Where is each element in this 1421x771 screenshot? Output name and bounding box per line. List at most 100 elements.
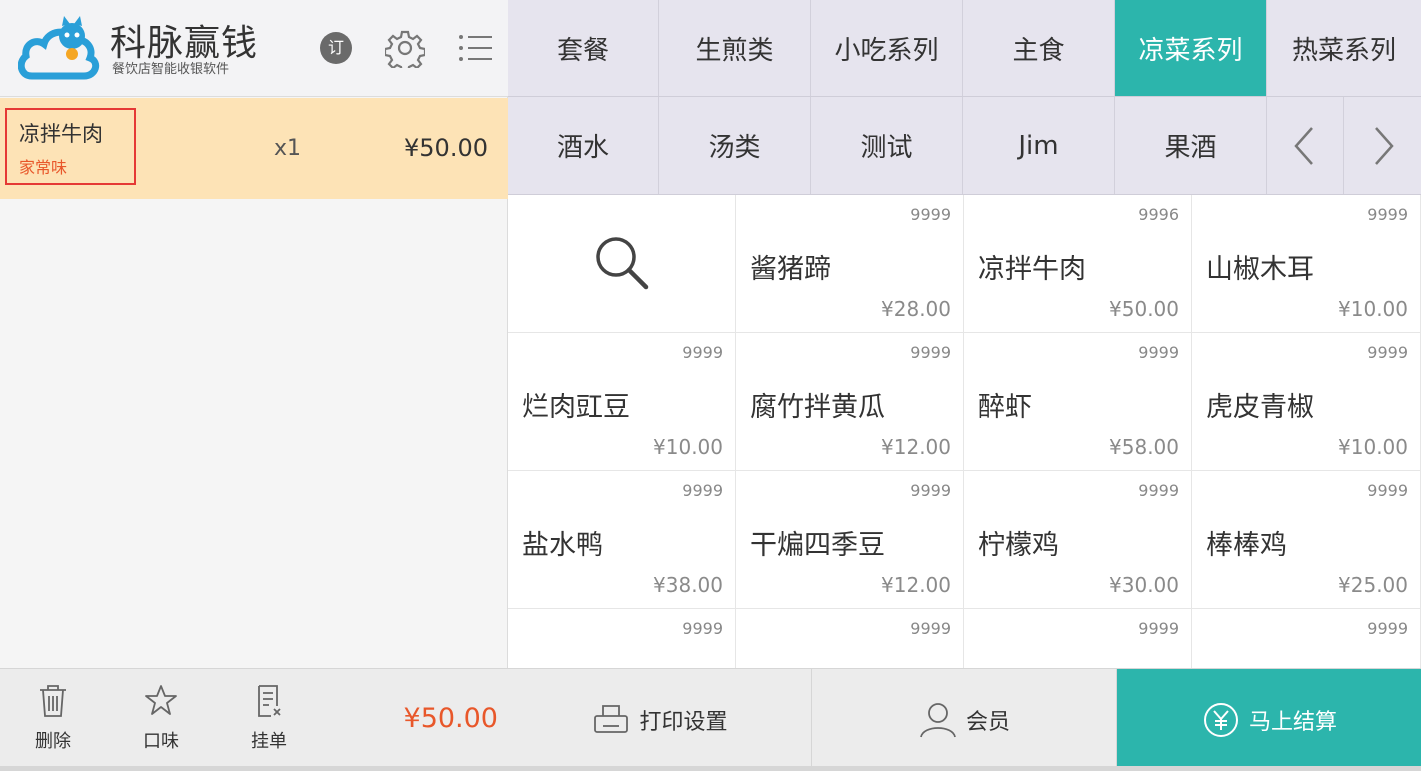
product-tile[interactable]: 9999 醉虾 ¥58.00: [964, 333, 1192, 471]
product-name: 凉拌牛肉: [978, 254, 1086, 285]
cart-item-qty: x1: [274, 136, 302, 161]
yen-coin-icon: [1203, 703, 1238, 737]
product-stock: 9996: [1138, 205, 1179, 224]
product-price: ¥30.00: [1109, 573, 1179, 597]
product-stock: 9999: [910, 205, 951, 224]
product-stock: 9999: [1138, 481, 1179, 500]
category-tab[interactable]: 生煎类: [659, 0, 811, 96]
product-tile[interactable]: 9999 酱猪蹄 ¥28.00: [736, 195, 964, 333]
product-tile[interactable]: 9999 盐水鸭 ¥38.00: [508, 471, 736, 609]
search-icon: [596, 237, 649, 290]
delete-button[interactable]: 删除: [18, 683, 88, 763]
category-tab[interactable]: 测试: [811, 97, 963, 194]
product-stock: 9999: [910, 619, 951, 638]
product-stock: 9999: [1138, 343, 1179, 362]
product-name: 柠檬鸡: [978, 530, 1059, 561]
product-name: 盐水鸭: [522, 530, 603, 561]
product-name: 烂肉豇豆: [522, 392, 630, 423]
product-price: ¥28.00: [881, 297, 951, 321]
hold-receipt-icon: [258, 685, 281, 717]
category-tab[interactable]: 酒水: [508, 97, 659, 194]
product-tile[interactable]: 9999: [736, 609, 964, 668]
product-stock: 9999: [682, 343, 723, 362]
category-prev-button[interactable]: [1267, 97, 1344, 194]
flavor-button[interactable]: 口味: [126, 683, 196, 763]
product-stock: 9999: [1367, 205, 1408, 224]
product-tile[interactable]: 9999 烂肉豇豆 ¥10.00: [508, 333, 736, 471]
product-tile[interactable]: 9999: [508, 609, 736, 668]
product-tile[interactable]: 9999 柠檬鸡 ¥30.00: [964, 471, 1192, 609]
app-subtitle: 餐饮店智能收银软件: [112, 62, 230, 77]
search-product-button[interactable]: [508, 195, 736, 333]
product-price: ¥58.00: [1109, 435, 1179, 459]
product-stock: 9999: [910, 343, 951, 362]
cat-cloud-logo-icon: [18, 16, 100, 80]
order-badge-button[interactable]: 订: [320, 32, 352, 64]
product-stock: 9999: [1367, 481, 1408, 500]
category-tab-active[interactable]: 凉菜系列: [1115, 0, 1267, 96]
print-settings-label: 打印设置: [639, 710, 728, 735]
category-tab[interactable]: 热菜系列: [1267, 0, 1421, 96]
chevron-left-icon: [1294, 126, 1313, 165]
product-grid: 9999 酱猪蹄 ¥28.00 9996 凉拌牛肉 ¥50.00 9999 山椒木耳 ¥10.0…: [508, 195, 1421, 668]
printer-icon: [594, 705, 629, 733]
hold-order-label: 挂单: [251, 731, 287, 752]
product-price: ¥12.00: [881, 435, 951, 459]
category-tab[interactable]: 果酒: [1115, 97, 1267, 194]
order-panel: 科脉赢钱 餐饮店智能收银软件 订 凉拌牛肉 家常味 x1 ¥50.00 删除 口…: [0, 0, 508, 771]
category-tab[interactable]: 主食: [963, 0, 1115, 96]
cart-item-name-box: 凉拌牛肉 家常味: [5, 108, 136, 185]
product-name: 腐竹拌黄瓜: [750, 392, 885, 423]
cart-item-price: ¥50.00: [404, 134, 488, 162]
product-price: ¥10.00: [1338, 297, 1408, 321]
product-tile[interactable]: 9999: [964, 609, 1192, 668]
category-tab[interactable]: 汤类: [659, 97, 811, 194]
order-total: ¥50.00: [403, 703, 498, 734]
category-tab[interactable]: 套餐: [508, 0, 659, 96]
product-name: 醉虾: [978, 392, 1032, 423]
product-price: ¥12.00: [881, 573, 951, 597]
product-name: 酱猪蹄: [750, 254, 831, 285]
list-menu-icon[interactable]: [455, 32, 495, 64]
product-tile[interactable]: 9999 山椒木耳 ¥10.00: [1192, 195, 1421, 333]
category-tab[interactable]: 小吃系列: [811, 0, 963, 96]
menu-panel: 套餐 生煎类 小吃系列 主食 凉菜系列 热菜系列 酒水 汤类 测试 Jim 果酒…: [508, 0, 1421, 771]
product-tile[interactable]: 9999 腐竹拌黄瓜 ¥12.00: [736, 333, 964, 471]
app-header: 科脉赢钱 餐饮店智能收银软件 订: [0, 0, 508, 97]
product-name: 棒棒鸡: [1206, 530, 1287, 561]
product-tile[interactable]: 9999: [1192, 609, 1421, 668]
product-tile[interactable]: 9999 干煸四季豆 ¥12.00: [736, 471, 964, 609]
product-tile[interactable]: 9999 棒棒鸡 ¥25.00: [1192, 471, 1421, 609]
category-tab[interactable]: Jim: [963, 97, 1115, 194]
gear-icon[interactable]: [385, 28, 425, 68]
bottom-divider: [0, 766, 1421, 771]
member-label: 会员: [965, 710, 1010, 735]
product-name: 干煸四季豆: [750, 530, 885, 561]
flavor-label: 口味: [143, 731, 179, 752]
action-bar: 打印设置 会员 马上结算: [508, 668, 1421, 771]
star-icon: [145, 685, 177, 715]
product-name: 山椒木耳: [1206, 254, 1314, 285]
product-stock: 9999: [1367, 619, 1408, 638]
delete-label: 删除: [35, 731, 71, 752]
checkout-button[interactable]: 马上结算: [1117, 669, 1421, 771]
product-price: ¥38.00: [653, 573, 723, 597]
user-icon: [920, 703, 956, 738]
chevron-right-icon: [1374, 126, 1394, 165]
product-tile[interactable]: 9999 虎皮青椒 ¥10.00: [1192, 333, 1421, 471]
product-price: ¥25.00: [1338, 573, 1408, 597]
product-name: 虎皮青椒: [1206, 392, 1314, 423]
category-next-button[interactable]: [1344, 97, 1421, 194]
product-stock: 9999: [1138, 619, 1179, 638]
trash-icon: [40, 685, 66, 717]
product-tile[interactable]: 9996 凉拌牛肉 ¥50.00: [964, 195, 1192, 333]
print-settings-button[interactable]: 打印设置: [508, 669, 812, 771]
cart-toolbar: 删除 口味 挂单 ¥50.00: [0, 668, 508, 771]
hold-order-button[interactable]: 挂单: [234, 683, 304, 763]
product-price: ¥50.00: [1109, 297, 1179, 321]
cart-item-name: 凉拌牛肉: [19, 122, 103, 146]
checkout-label: 马上结算: [1248, 710, 1337, 735]
product-price: ¥10.00: [653, 435, 723, 459]
cart-item-row[interactable]: 凉拌牛肉 家常味 x1 ¥50.00: [0, 98, 508, 199]
member-button[interactable]: 会员: [812, 669, 1117, 771]
